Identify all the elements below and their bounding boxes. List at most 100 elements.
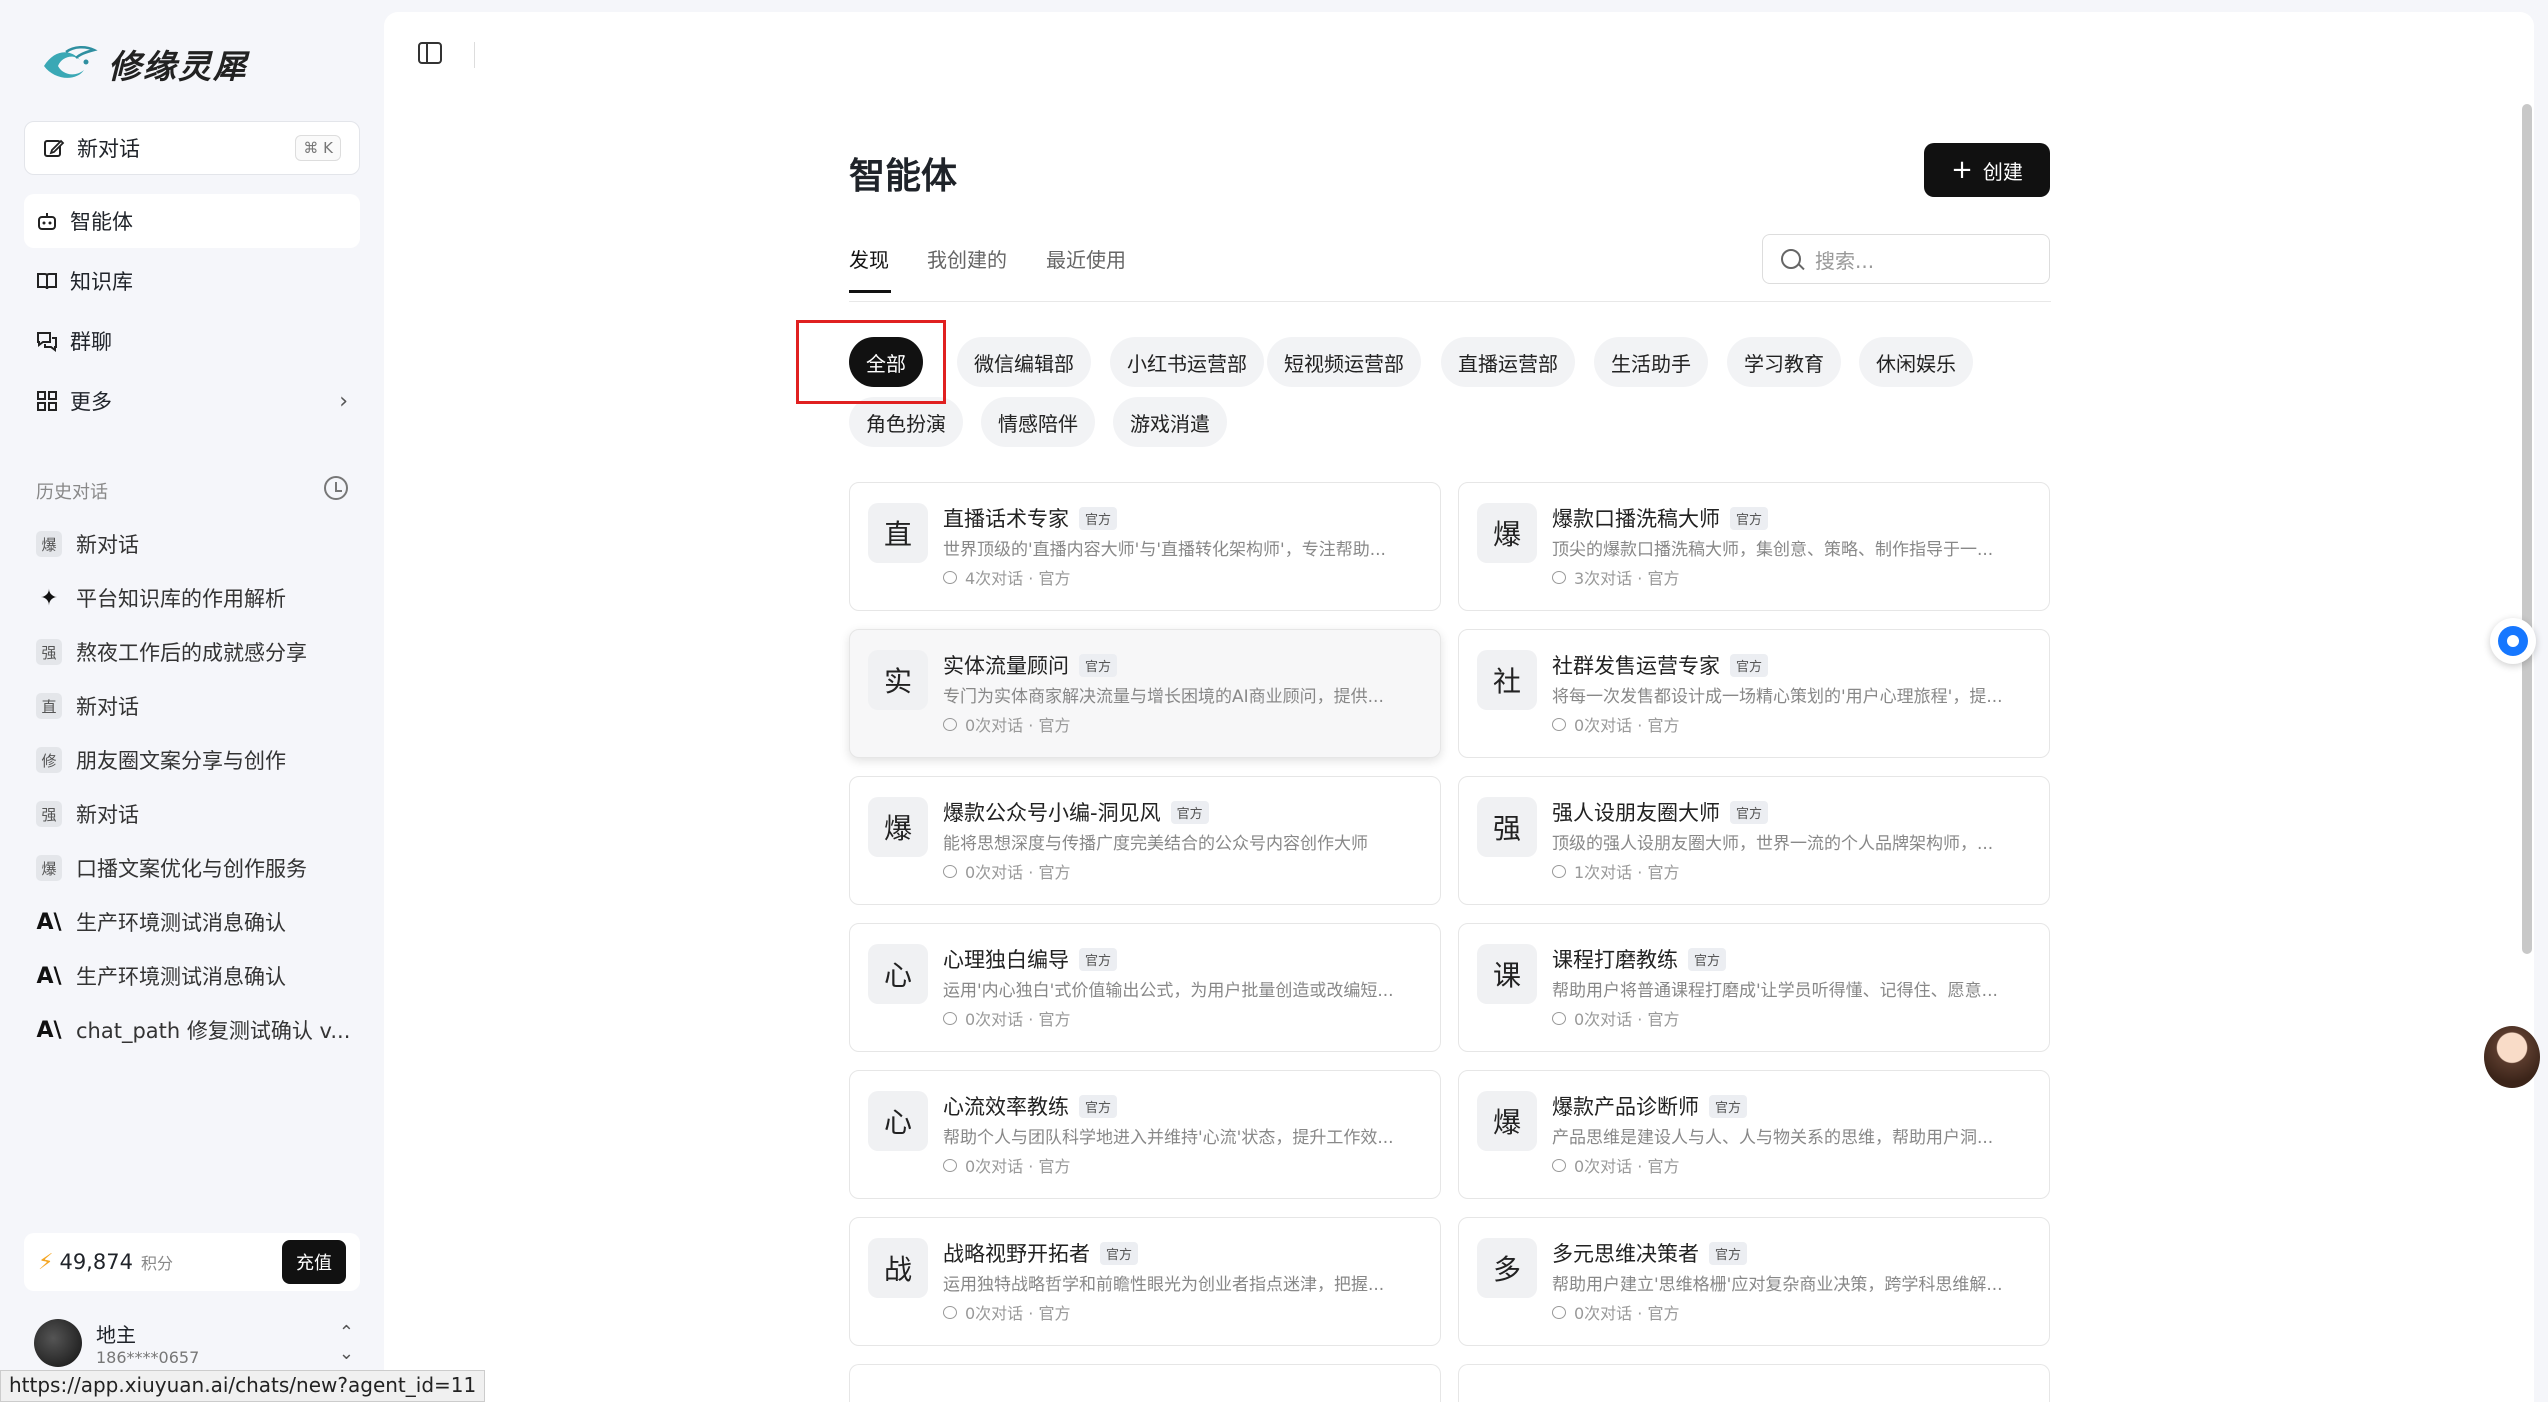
shortcut-hint: ⌘ K: [295, 135, 341, 161]
chat-bubble-icon: [943, 1305, 957, 1319]
tab-recent[interactable]: 最近使用: [1046, 244, 1126, 273]
new-chat-button[interactable]: 新对话 ⌘ K: [24, 121, 360, 175]
agent-card[interactable]: [1458, 1364, 2050, 1402]
recharge-button[interactable]: 充值: [282, 1240, 346, 1284]
nav-item-more[interactable]: 更多 ›: [24, 374, 360, 428]
history-item[interactable]: A\ 生产环境测试消息确认: [24, 898, 360, 946]
agent-card[interactable]: 直 直播话术专家 官方 世界顶级的'直播内容大师'与'直播转化架构师'，专注帮助.…: [849, 482, 1441, 611]
agent-card[interactable]: 强 强人设朋友圈大师 官方 顶级的强人设朋友圈大师，世界一流的个人品牌架构师，..…: [1458, 776, 2050, 905]
category-chip[interactable]: 直播运营部: [1441, 337, 1575, 387]
points-value: 49,874: [59, 1250, 133, 1274]
agent-name: 课程打磨教练: [1552, 948, 1678, 972]
history-item[interactable]: A\ 生产环境测试消息确认: [24, 952, 360, 1000]
category-chip[interactable]: 休闲娱乐: [1859, 337, 1973, 387]
agent-description: 帮助个人与团队科学地进入并维持'心流'状态，提升工作效...: [943, 1128, 1394, 1148]
history-title-text: 新对话: [76, 695, 139, 719]
official-badge: 官方: [1688, 947, 1727, 971]
history-item[interactable]: A\ chat_path 修复测试确认 v...: [24, 1006, 360, 1054]
search-input[interactable]: 搜索...: [1762, 234, 2050, 284]
chat-bubble-icon: [1552, 864, 1566, 878]
anthropic-icon: A\: [36, 963, 62, 989]
agent-card[interactable]: [849, 1364, 1441, 1402]
nav-item-agents[interactable]: 智能体: [24, 194, 360, 248]
agent-name: 实体流量顾问: [943, 654, 1069, 678]
agent-card[interactable]: 实 实体流量顾问 官方 专门为实体商家解决流量与增长困境的AI商业顾问，提供...…: [849, 629, 1441, 758]
agent-name: 社群发售运营专家: [1552, 654, 1720, 678]
official-badge: 官方: [1170, 800, 1209, 824]
new-chat-label: 新对话: [77, 137, 140, 161]
history-title: 历史对话: [36, 482, 108, 503]
chevron-updown-icon: ⌃ ⌄: [338, 1322, 354, 1364]
agent-card[interactable]: 战 战略视野开拓者 官方 运用独特战略哲学和前瞻性眼光为创业者指点迷津，把握...…: [849, 1217, 1441, 1346]
anthropic-icon: A\: [36, 1017, 62, 1043]
agent-meta: 0次对话 · 官方: [965, 1304, 1071, 1323]
agent-avatar: 爆: [1477, 503, 1537, 563]
category-chip[interactable]: 学习教育: [1727, 337, 1841, 387]
category-chip[interactable]: 游戏消遣: [1113, 397, 1227, 447]
nav-item-group-chat[interactable]: 群聊: [24, 314, 360, 368]
agent-name: 强人设朋友圈大师: [1552, 801, 1720, 825]
agent-card[interactable]: 爆 爆款口播洗稿大师 官方 顶尖的爆款口播洗稿大师，集创意、策略、制作指导于一..…: [1458, 482, 2050, 611]
agent-card[interactable]: 心 心理独白编导 官方 运用'内心独白'式价值输出公式，为用户批量创造或改编短..…: [849, 923, 1441, 1052]
agent-name: 爆款公众号小编-洞见风: [943, 801, 1161, 825]
user-phone: 186****0657: [96, 1348, 200, 1367]
agent-description: 能将思想深度与传播广度完美结合的公众号内容创作大师: [943, 834, 1368, 854]
agent-card[interactable]: 多 多元思维决策者 官方 帮助用户建立'思维格栅'应对复杂商业决策，跨学科思维解.…: [1458, 1217, 2050, 1346]
category-chip[interactable]: 情感陪伴: [981, 397, 1095, 447]
create-button[interactable]: + 创建: [1924, 143, 2050, 197]
agent-description: 顶级的强人设朋友圈大师，世界一流的个人品牌架构师，...: [1552, 834, 1994, 854]
category-chip[interactable]: 小红书运营部: [1110, 337, 1264, 387]
scrollbar[interactable]: [2522, 104, 2532, 954]
history-item[interactable]: 直新对话: [24, 682, 360, 730]
agent-card[interactable]: 课 课程打磨教练 官方 帮助用户将普通课程打磨成'让学员听得懂、记得住、愿意...…: [1458, 923, 2050, 1052]
agent-card[interactable]: 爆 爆款公众号小编-洞见风 官方 能将思想深度与传播广度完美结合的公众号内容创作大…: [849, 776, 1441, 905]
agent-card[interactable]: 爆 爆款产品诊断师 官方 产品思维是建设人与人、人与物关系的思维，帮助用户洞...…: [1458, 1070, 2050, 1199]
chevron-right-icon: ›: [339, 388, 348, 414]
search-placeholder: 搜索...: [1815, 248, 1875, 273]
chat-bubbles-icon: [36, 330, 58, 352]
history-avatar: 强: [36, 801, 62, 827]
category-chip[interactable]: 微信编辑部: [957, 337, 1091, 387]
history-item[interactable]: 修朋友圈文案分享与创作: [24, 736, 360, 784]
grid-icon: [36, 390, 58, 412]
agent-card[interactable]: 社 社群发售运营专家 官方 将每一次发售都设计成一场精心策划的'用户心理旅程'，提…: [1458, 629, 2050, 758]
agent-description: 产品思维是建设人与人、人与物关系的思维，帮助用户洞...: [1552, 1128, 1994, 1148]
assistant-float-icon[interactable]: [2490, 618, 2536, 664]
agent-avatar: 爆: [1477, 1091, 1537, 1151]
chat-bubble-icon: [943, 1158, 957, 1172]
sidebar: 修缘灵犀 新对话 ⌘ K 智能体 知识库 群聊 更多 › 历史对话 爆新对话 ✦…: [0, 0, 382, 1402]
sidebar-toggle-icon[interactable]: [418, 42, 442, 64]
history-avatar: 强: [36, 639, 62, 665]
nav-item-knowledge[interactable]: 知识库: [24, 254, 360, 308]
history-item[interactable]: 爆新对话: [24, 520, 360, 568]
tab-discover[interactable]: 发现: [849, 244, 889, 273]
category-chip[interactable]: 角色扮演: [849, 397, 963, 447]
divider: [849, 301, 2051, 302]
history-avatar: 直: [36, 693, 62, 719]
user-profile[interactable]: 地主 186****0657 ⌃ ⌄: [34, 1315, 354, 1371]
sparkle-icon: ✦: [39, 585, 59, 611]
brand-name: 修缘灵犀: [108, 47, 248, 86]
history-title-text: 生产环境测试消息确认: [76, 965, 286, 989]
history-title-text: 熬夜工作后的成就感分享: [76, 641, 307, 665]
agent-card[interactable]: 心 心流效率教练 官方 帮助个人与团队科学地进入并维持'心流'状态，提升工作效..…: [849, 1070, 1441, 1199]
history-item[interactable]: ✦ 平台知识库的作用解析: [24, 574, 360, 622]
history-item[interactable]: 强新对话: [24, 790, 360, 838]
brand-logo[interactable]: 修缘灵犀: [40, 40, 248, 88]
tab-my-created[interactable]: 我创建的: [927, 244, 1007, 273]
agent-name: 爆款产品诊断师: [1552, 1095, 1699, 1119]
avatar-float-icon[interactable]: [2484, 1026, 2540, 1088]
search-icon: [1781, 249, 1801, 269]
agent-meta: 3次对话 · 官方: [1574, 569, 1680, 588]
history-item[interactable]: 强熬夜工作后的成就感分享: [24, 628, 360, 676]
agent-avatar: 实: [868, 650, 928, 710]
agent-avatar: 战: [868, 1238, 928, 1298]
clock-icon[interactable]: [324, 476, 348, 500]
history-item[interactable]: 爆口播文案优化与创作服务: [24, 844, 360, 892]
category-chip[interactable]: 生活助手: [1594, 337, 1708, 387]
category-chip[interactable]: 短视频运营部: [1267, 337, 1421, 387]
highlight-box: [796, 320, 946, 404]
history-title-text: 口播文案优化与创作服务: [76, 857, 307, 881]
history-title-text: chat_path 修复测试确认 v...: [76, 1019, 351, 1043]
agent-description: 运用'内心独白'式价值输出公式，为用户批量创造或改编短...: [943, 981, 1394, 1001]
